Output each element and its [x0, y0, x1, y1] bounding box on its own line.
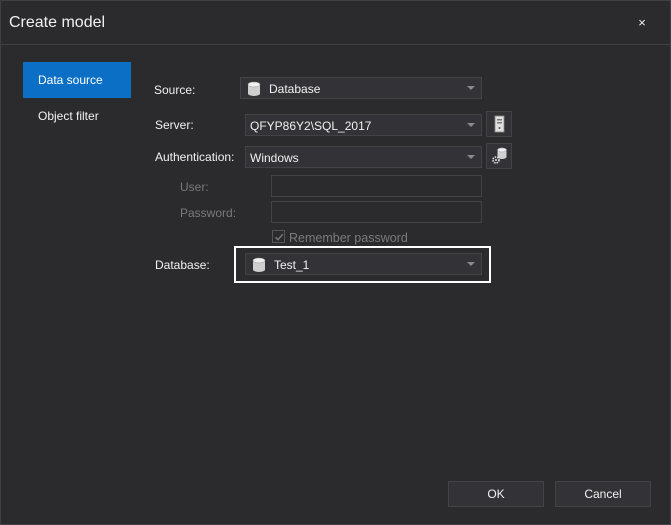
- remember-password-label: Remember password: [289, 231, 408, 245]
- close-icon: ×: [638, 15, 646, 30]
- database-value: Test_1: [274, 258, 310, 272]
- user-input[interactable]: [271, 175, 482, 197]
- checkmark-icon: [275, 233, 284, 241]
- close-button[interactable]: ×: [634, 15, 650, 31]
- database-icon: [252, 257, 266, 272]
- password-label: Password:: [180, 206, 237, 220]
- ok-button[interactable]: OK: [448, 481, 544, 507]
- sidebar-item-object-filter[interactable]: Object filter: [23, 98, 131, 134]
- server-combobox[interactable]: QFYP86Y2\SQL_2017: [245, 114, 482, 136]
- server-value: QFYP86Y2\SQL_2017: [250, 119, 372, 133]
- chevron-down-icon: [467, 262, 475, 266]
- source-dropdown[interactable]: Database: [240, 77, 482, 99]
- sidebar-nav: Data source Object filter: [23, 62, 131, 134]
- browse-server-button[interactable]: [486, 111, 512, 137]
- password-input[interactable]: [271, 201, 482, 223]
- sidebar-item-data-source[interactable]: Data source: [23, 62, 131, 98]
- user-label: User:: [180, 180, 209, 194]
- chevron-down-icon: [467, 123, 475, 127]
- chevron-down-icon: [467, 86, 475, 90]
- create-model-dialog: Create model × Data source Object filter…: [0, 0, 671, 525]
- authentication-label: Authentication:: [155, 150, 235, 164]
- database-label: Database:: [155, 258, 210, 272]
- source-value: Database: [269, 82, 321, 96]
- title-bar: Create model ×: [1, 1, 670, 45]
- remember-password-checkbox[interactable]: [272, 230, 285, 243]
- database-dropdown[interactable]: Test_1: [245, 253, 482, 275]
- chevron-down-icon: [467, 155, 475, 159]
- connection-settings-button[interactable]: [486, 143, 512, 169]
- cancel-button[interactable]: Cancel: [555, 481, 651, 507]
- database-settings-icon: [492, 147, 507, 164]
- authentication-value: Windows: [250, 151, 299, 165]
- server-icon: [494, 115, 505, 133]
- dialog-title: Create model: [9, 14, 106, 31]
- source-label: Source:: [154, 83, 196, 97]
- database-icon: [247, 81, 261, 96]
- authentication-dropdown[interactable]: Windows: [245, 146, 482, 168]
- server-label: Server:: [155, 118, 194, 132]
